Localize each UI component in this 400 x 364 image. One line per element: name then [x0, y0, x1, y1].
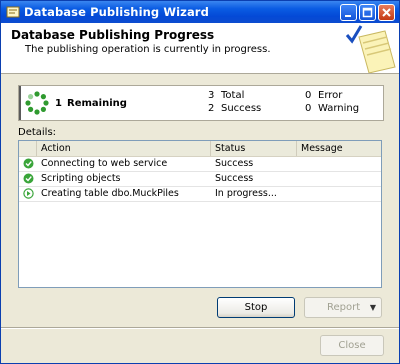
wizard-window: Database Publishing Wizard Database Publ…	[0, 0, 400, 364]
in-progress-arrow-icon	[23, 188, 34, 199]
minimize-button[interactable]	[340, 4, 357, 21]
total-label: Total	[221, 90, 245, 101]
row-status: Success	[215, 158, 254, 169]
close-window-button[interactable]	[378, 4, 395, 21]
success-check-icon	[23, 158, 34, 169]
close-icon	[382, 8, 391, 17]
chevron-down-icon: ▼	[369, 303, 376, 312]
page-subtitle: The publishing operation is currently in…	[25, 44, 271, 55]
column-icon[interactable]	[19, 141, 37, 156]
details-grid[interactable]: Action Status Message Connecting to web …	[18, 140, 382, 288]
minimize-icon	[345, 15, 351, 17]
row-action: Connecting to web service	[41, 158, 168, 169]
wizard-app-icon	[6, 6, 20, 18]
remaining-count: 1	[55, 98, 62, 109]
row-status: In progress...	[215, 188, 277, 199]
error-label: Error	[318, 90, 343, 101]
column-action[interactable]: Action	[37, 141, 211, 156]
warning-count: 0	[305, 103, 312, 114]
close-button[interactable]: Close	[320, 335, 384, 356]
table-row[interactable]: Scripting objects Success	[19, 171, 381, 187]
window-title: Database Publishing Wizard	[24, 5, 209, 19]
grid-header: Action Status Message	[19, 141, 381, 157]
error-count: 0	[305, 90, 312, 101]
table-row[interactable]: Connecting to web service Success	[19, 156, 381, 172]
success-check-icon	[23, 173, 34, 184]
row-status: Success	[215, 173, 254, 184]
details-label: Details:	[18, 127, 57, 138]
scroll-checkmark-icon	[345, 25, 396, 73]
remaining-label: Remaining	[67, 98, 127, 109]
success-label: Success	[221, 103, 262, 114]
close-button-label: Close	[338, 340, 366, 351]
report-button[interactable]: Report ▼	[304, 297, 382, 318]
total-count: 3	[208, 90, 215, 101]
table-row[interactable]: Creating table dbo.MuckPiles In progress…	[19, 186, 381, 202]
column-status[interactable]: Status	[211, 141, 297, 156]
progress-summary: 1 Remaining 3 Total 2 Success 0 Error 0 …	[18, 85, 384, 121]
success-count: 2	[208, 103, 215, 114]
progress-spinner-icon	[25, 91, 49, 115]
wizard-header: Database Publishing Progress The publish…	[1, 23, 399, 74]
page-title: Database Publishing Progress	[11, 28, 215, 42]
stop-button-label: Stop	[244, 302, 268, 313]
row-action: Scripting objects	[41, 173, 121, 184]
stop-button[interactable]: Stop	[217, 297, 295, 318]
warning-label: Warning	[318, 103, 360, 114]
footer-separator	[1, 327, 399, 329]
title-bar[interactable]: Database Publishing Wizard	[1, 1, 399, 23]
column-message[interactable]: Message	[297, 141, 381, 156]
row-action: Creating table dbo.MuckPiles	[41, 188, 179, 199]
maximize-icon	[362, 7, 373, 18]
maximize-button[interactable]	[359, 4, 376, 21]
report-button-label: Report	[327, 302, 361, 313]
